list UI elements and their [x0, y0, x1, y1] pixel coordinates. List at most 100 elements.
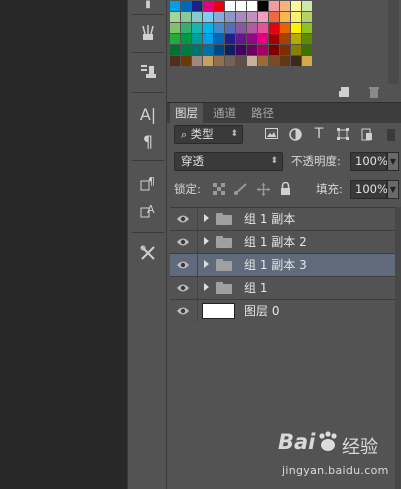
paragraph-styles-icon[interactable]: ¶ [137, 172, 159, 194]
swatch[interactable] [192, 56, 202, 66]
lock-image-pixels-icon[interactable] [234, 183, 248, 197]
eye-visibility-icon[interactable] [176, 282, 190, 294]
fill-input[interactable]: 100% [350, 180, 388, 199]
swatch[interactable] [203, 23, 213, 33]
swatch[interactable] [214, 45, 224, 55]
swatch[interactable] [302, 12, 312, 22]
swatch[interactable] [203, 12, 213, 22]
swatch[interactable] [302, 23, 312, 33]
swatch[interactable] [258, 23, 268, 33]
swatch[interactable] [170, 23, 180, 33]
swatch[interactable] [192, 34, 202, 44]
swatch[interactable] [236, 34, 246, 44]
swatch[interactable] [236, 12, 246, 22]
swatch[interactable] [269, 23, 279, 33]
swatch[interactable] [269, 12, 279, 22]
blend-mode-select[interactable]: 穿透 ⬍ [174, 152, 283, 171]
tab-paths[interactable]: 路径 [246, 103, 279, 123]
expand-triangle-icon[interactable] [204, 283, 209, 291]
swatches-scrollbar[interactable] [388, 0, 399, 84]
swatch[interactable] [225, 56, 235, 66]
lock-transparent-pixels-icon[interactable] [212, 183, 226, 197]
swatch[interactable] [192, 1, 202, 11]
swatch[interactable] [258, 45, 268, 55]
eye-visibility-icon[interactable] [176, 259, 190, 271]
swatch[interactable] [181, 12, 191, 22]
swatch[interactable] [291, 45, 301, 55]
fill-dropdown[interactable]: ▼ [387, 180, 399, 199]
swatch[interactable] [258, 1, 268, 11]
tab-channels[interactable]: 通道 [208, 103, 241, 123]
swatch[interactable] [225, 23, 235, 33]
swatch[interactable] [203, 56, 213, 66]
swatch[interactable] [203, 45, 213, 55]
lock-position-icon[interactable] [256, 183, 270, 197]
layer-row[interactable]: 组 1 副本 [170, 208, 395, 231]
swatch[interactable] [236, 45, 246, 55]
swatch[interactable] [247, 56, 257, 66]
swatch[interactable] [214, 12, 224, 22]
character-styles-icon[interactable]: A [137, 199, 159, 221]
swatch[interactable] [181, 34, 191, 44]
swatch[interactable] [269, 34, 279, 44]
opacity-input[interactable]: 100% [350, 152, 388, 171]
swatch[interactable] [291, 12, 301, 22]
new-swatch-icon[interactable] [339, 86, 351, 98]
swatch[interactable] [280, 34, 290, 44]
expand-triangle-icon[interactable] [204, 214, 209, 222]
swatch[interactable] [225, 34, 235, 44]
paragraph-panel-icon[interactable]: ¶ [137, 130, 159, 152]
swatch[interactable] [280, 56, 290, 66]
layer-row[interactable]: 组 1 [170, 277, 395, 300]
swatch[interactable] [291, 23, 301, 33]
swatch[interactable] [170, 56, 180, 66]
swatch[interactable] [214, 34, 224, 44]
swatch[interactable] [269, 45, 279, 55]
swatch[interactable] [291, 56, 301, 66]
layer-row[interactable]: 图层 0 [170, 300, 395, 323]
swatch[interactable] [192, 23, 202, 33]
swatch[interactable] [181, 1, 191, 11]
swatch[interactable] [302, 45, 312, 55]
swatch[interactable] [170, 1, 180, 11]
swatch[interactable] [291, 1, 301, 11]
character-panel-icon[interactable]: A| [137, 103, 159, 125]
swatch[interactable] [225, 45, 235, 55]
swatch[interactable] [269, 1, 279, 11]
swatch[interactable] [302, 56, 312, 66]
tool-presets-icon[interactable] [137, 242, 159, 264]
layer-row[interactable]: 组 1 副本 3 [170, 254, 395, 277]
swatch[interactable] [170, 45, 180, 55]
swatch[interactable] [302, 1, 312, 11]
swatch[interactable] [247, 45, 257, 55]
swatch[interactable] [280, 1, 290, 11]
swatch[interactable] [203, 34, 213, 44]
swatch[interactable] [236, 1, 246, 11]
swatch[interactable] [170, 12, 180, 22]
swatch[interactable] [236, 23, 246, 33]
swatch[interactable] [247, 12, 257, 22]
swatch[interactable] [203, 1, 213, 11]
expand-triangle-icon[interactable] [204, 237, 209, 245]
swatch[interactable] [181, 45, 191, 55]
swatch[interactable] [258, 56, 268, 66]
layer-row[interactable]: 组 1 副本 2 [170, 231, 395, 254]
swatch[interactable] [214, 1, 224, 11]
swatch[interactable] [214, 56, 224, 66]
tab-layers[interactable]: 图层 [170, 103, 203, 123]
swatch[interactable] [181, 56, 191, 66]
swatch[interactable] [170, 34, 180, 44]
lock-all-icon[interactable] [278, 181, 292, 196]
swatch[interactable] [192, 12, 202, 22]
swatch[interactable] [280, 23, 290, 33]
swatch[interactable] [291, 34, 301, 44]
layer-list-scrollbar[interactable] [395, 207, 401, 489]
eye-visibility-icon[interactable] [176, 236, 190, 248]
eye-visibility-icon[interactable] [176, 213, 190, 225]
pixel-filter-icon[interactable] [264, 128, 278, 142]
swatch[interactable] [247, 23, 257, 33]
swatch[interactable] [192, 45, 202, 55]
swatch[interactable] [247, 34, 257, 44]
swatch[interactable] [302, 34, 312, 44]
type-filter-icon[interactable]: T [312, 127, 326, 141]
